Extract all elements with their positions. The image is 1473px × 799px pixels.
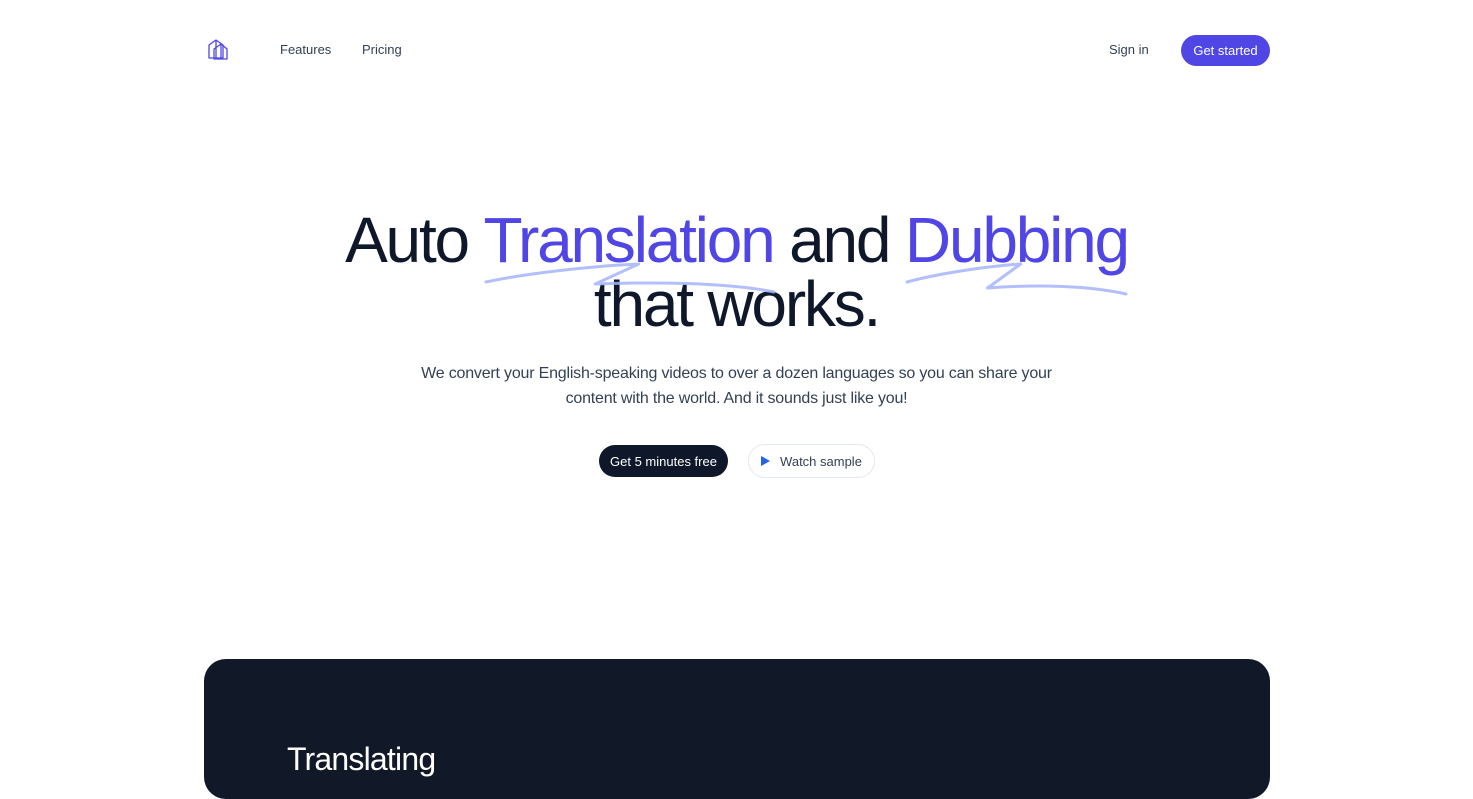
- watch-sample-button[interactable]: Watch sample: [748, 444, 875, 478]
- squiggle-underline-icon: [905, 262, 1128, 296]
- hero-subtitle: We convert your English-speaking videos …: [0, 361, 1473, 411]
- squiggle-underline-icon: [483, 262, 775, 294]
- play-icon: [761, 456, 771, 466]
- hero-title-word-auto: Auto: [345, 204, 470, 276]
- hero-title-highlight-translation: Translation: [484, 208, 776, 294]
- hero-title-word-and: and: [789, 204, 891, 276]
- hero-title-highlight-dubbing: Dubbing: [905, 208, 1130, 296]
- hero-title: Auto Translation and Dubbing that works.: [0, 208, 1473, 336]
- watch-sample-label: Watch sample: [780, 453, 862, 469]
- panel-heading: Translating: [287, 741, 436, 777]
- logo-icon[interactable]: [208, 38, 228, 60]
- nav-link-features[interactable]: Features: [280, 42, 331, 57]
- sign-in-link[interactable]: Sign in: [1109, 42, 1149, 57]
- feature-panel: Translating: [204, 659, 1270, 799]
- get-started-button[interactable]: Get started: [1181, 35, 1270, 66]
- hero-subtitle-line2: content with the world. And it sounds ju…: [565, 390, 908, 407]
- top-nav: Features Pricing Sign in Get started: [204, 34, 1270, 66]
- get-5-minutes-free-button[interactable]: Get 5 minutes free: [599, 445, 728, 477]
- hero-subtitle-line1: We convert your English-speaking videos …: [421, 365, 1052, 382]
- nav-link-pricing[interactable]: Pricing: [362, 42, 402, 57]
